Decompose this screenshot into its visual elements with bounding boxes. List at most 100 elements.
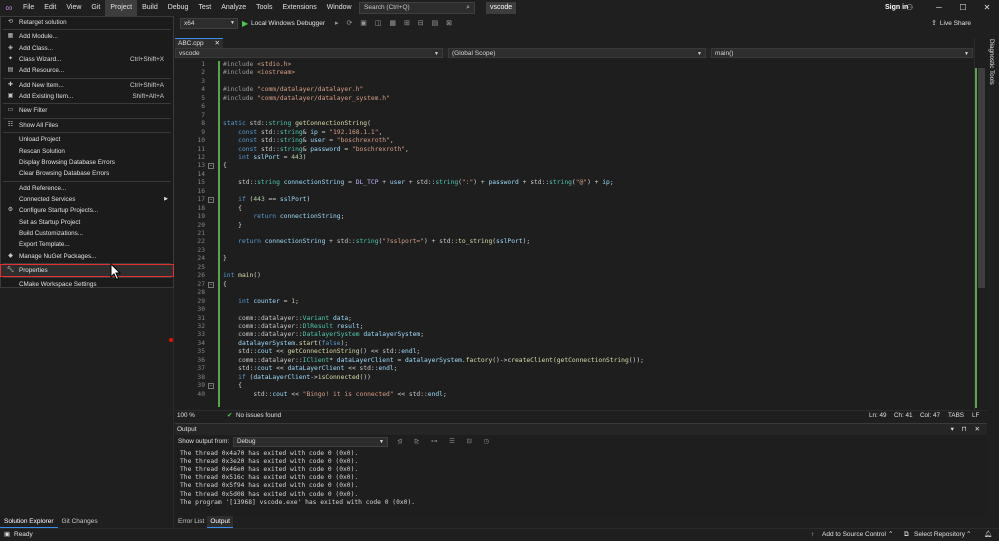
context-item-connected-services[interactable]: Connected Services ▶ — [1, 194, 173, 205]
code-line[interactable]: const std::string& ip = "192.168.1.1", — [223, 129, 382, 137]
menu-view[interactable]: View — [61, 0, 86, 16]
menu-debug[interactable]: Debug — [163, 0, 194, 16]
code-line[interactable]: comm::datalayer::DatalayerSystem datalay… — [223, 331, 424, 339]
platform-dropdown[interactable]: x64 ▼ — [180, 18, 238, 29]
context-item-properties[interactable]: 🔧︎ Properties — [0, 264, 174, 277]
context-item-display-browsing-database-errors[interactable]: Display Browsing Database Errors — [1, 157, 173, 168]
editor-scrollbar[interactable] — [974, 38, 987, 410]
code-line[interactable]: std::string connectionString = DL_TCP + … — [223, 179, 613, 187]
code-line[interactable]: #include "comm/datalayer/datalayer.h" — [223, 86, 363, 94]
output-toolbar-icons[interactable]: ⊴ ⊵ ⊶ ☰ ⊟ ◷ — [397, 436, 494, 448]
code-line[interactable]: std::cout << dataLayerClient << std::end… — [223, 365, 397, 373]
eol-indicator[interactable]: LF — [972, 411, 979, 421]
context-item-add-resource[interactable]: ▤ Add Resource... — [1, 65, 173, 76]
debugger-button[interactable]: Local Windows Debugger — [251, 16, 325, 31]
notifications-icon[interactable]: 🔔︎ — [984, 529, 992, 541]
panel-controls[interactable]: ▾ ⊓ ✕ — [951, 424, 983, 435]
code-line[interactable]: std::cout << "Bingo! it is connected" <<… — [223, 391, 446, 399]
output-source-dropdown[interactable]: Debug ▼ — [233, 437, 388, 447]
menu-build[interactable]: Build — [137, 0, 163, 16]
fold-toggle-icon[interactable]: − — [208, 281, 214, 288]
fold-toggle-icon[interactable]: − — [208, 197, 214, 204]
context-item-export-template[interactable]: Export Template... — [1, 239, 173, 250]
context-item-add-module[interactable]: ▦ Add Module... — [1, 31, 173, 42]
context-item-add-reference[interactable]: Add Reference... — [1, 183, 173, 194]
menu-git[interactable]: Git — [86, 0, 105, 16]
code-line[interactable]: int counter = 1; — [223, 298, 299, 306]
code-line[interactable]: { — [223, 162, 227, 170]
maximize-icon[interactable]: ☐ — [951, 0, 975, 16]
context-item-add-existing-item[interactable]: ▣ Add Existing Item... Shift+Alt+A — [1, 91, 173, 102]
menu-extensions[interactable]: Extensions — [277, 0, 321, 16]
fold-toggle-icon[interactable]: − — [208, 163, 214, 170]
code-line[interactable]: std::cout << getConnectionString() << st… — [223, 348, 420, 356]
fold-toggle-icon[interactable]: − — [208, 383, 214, 390]
account-icon[interactable]: ⚇ — [906, 0, 913, 16]
tab-abc-cpp[interactable]: ABC.cpp ✕ — [175, 38, 223, 48]
tab-error-list[interactable]: Error List — [175, 516, 207, 528]
code-line[interactable]: #include <stdio.h> — [223, 61, 291, 69]
project-dropdown[interactable]: vscode ▼ — [175, 48, 443, 58]
context-item-manage-nuget-packages[interactable]: ◆ Manage NuGet Packages... — [1, 251, 173, 262]
close-icon[interactable]: ✕ — [975, 0, 999, 16]
code-line[interactable]: return connectionString; — [223, 213, 344, 221]
select-repository-button[interactable]: Select Repository — [914, 529, 965, 541]
search-box[interactable]: Search (Ctrl+Q) ⌕ — [359, 2, 475, 14]
scope-dropdown[interactable]: (Global Scope) ▼ — [448, 48, 706, 58]
menu-file[interactable]: File — [18, 0, 39, 16]
issues-status[interactable]: No issues found — [236, 411, 281, 421]
tab-output[interactable]: Output — [207, 516, 233, 528]
code-line[interactable]: if (dataLayerClient->isConnected()) — [223, 374, 371, 382]
code-line[interactable]: { — [223, 382, 242, 390]
toolbar-icons[interactable]: ▸ ⟳ ▣ ◫ ▦ ⊞ ⊟ ▤ ⊠ — [335, 16, 455, 31]
context-item-add-class[interactable]: ◈ Add Class... — [1, 43, 173, 54]
output-text[interactable]: The thread 0x4a70 has exited with code 0… — [175, 449, 975, 517]
code-line[interactable]: comm::datalayer::IClient* dataLayerClien… — [223, 357, 644, 365]
context-item-configure-startup-projects[interactable]: ⚙ Configure Startup Projects... — [1, 205, 173, 216]
menu-edit[interactable]: Edit — [39, 0, 61, 16]
tab-solution-explorer[interactable]: Solution Explorer — [0, 516, 58, 528]
menu-analyze[interactable]: Analyze — [216, 0, 251, 16]
menu-test[interactable]: Test — [193, 0, 216, 16]
live-share-icon[interactable]: ⇪ — [931, 16, 937, 31]
context-item-new-filter[interactable]: ▭ New Filter — [1, 105, 173, 116]
code-line[interactable]: datalayerSystem.start(false); — [223, 340, 348, 348]
code-line[interactable]: #include "comm/datalayer/datalayer_syste… — [223, 95, 390, 103]
code-line[interactable]: const std::string& password = "boschrexr… — [223, 146, 409, 154]
scrollbar-thumb[interactable] — [978, 68, 985, 288]
minimize-icon[interactable]: ─ — [927, 0, 951, 16]
code-text[interactable]: #include <stdio.h> #include <iostream> #in… — [223, 58, 968, 410]
tab-git-changes[interactable]: Git Changes — [58, 516, 102, 528]
code-line[interactable]: { — [223, 281, 227, 289]
context-item-retarget-solution[interactable]: ⟲ Retarget solution — [1, 17, 173, 28]
menu-project[interactable]: Project — [105, 0, 138, 16]
code-line[interactable]: } — [223, 255, 227, 263]
live-share-button[interactable]: Live Share — [940, 16, 971, 31]
menu-window[interactable]: Window — [322, 0, 357, 16]
code-line[interactable]: return connectionString + std::string("?… — [223, 238, 530, 246]
code-line[interactable]: int main() — [223, 272, 261, 280]
context-item-set-as-startup-project[interactable]: Set as Startup Project — [1, 217, 173, 228]
close-tab-icon[interactable]: ✕ — [215, 39, 220, 48]
sign-in-link[interactable]: Sign in — [885, 0, 908, 16]
context-item-build-customizations[interactable]: Build Customizations... — [1, 228, 173, 239]
context-item-clear-browsing-database-errors[interactable]: Clear Browsing Database Errors — [1, 168, 173, 179]
code-editor[interactable]: 1 2 3 4 5 6 7 8 9 10 11 12 13−14 15 16 17−18 19 20 21 22 23 2… — [175, 58, 974, 410]
code-line[interactable]: comm::datalayer::Variant data; — [223, 315, 352, 323]
context-item-add-new-item[interactable]: ✚ Add New Item... Ctrl+Shift+A — [1, 80, 173, 91]
code-line[interactable]: #include <iostream> — [223, 69, 295, 77]
code-line[interactable]: { — [223, 205, 242, 213]
code-line[interactable]: static std::string getConnectionString( — [223, 120, 371, 128]
context-item-rescan-solution[interactable]: Rescan Solution — [1, 146, 173, 157]
diagnostic-tools-tab[interactable]: Diagnostic Tools — [988, 39, 995, 85]
add-to-source-control-button[interactable]: Add to Source Control — [822, 529, 886, 541]
context-item-show-all-files[interactable]: ☷ Show All Files — [1, 120, 173, 131]
code-line[interactable]: const std::string& user = "boschrexroth"… — [223, 137, 394, 145]
tabs-indicator[interactable]: TABS — [948, 411, 964, 421]
solution-name-badge[interactable]: vscode — [486, 2, 517, 14]
context-item-unload-project[interactable]: Unload Project — [1, 134, 173, 145]
start-debugging-icon[interactable]: ▶ — [242, 17, 248, 30]
context-item-cmake-workspace-settings[interactable]: CMake Workspace Settings — [1, 279, 173, 290]
code-line[interactable]: if (443 == sslPort) — [223, 196, 310, 204]
zoom-level[interactable]: 100 % — [177, 411, 195, 421]
